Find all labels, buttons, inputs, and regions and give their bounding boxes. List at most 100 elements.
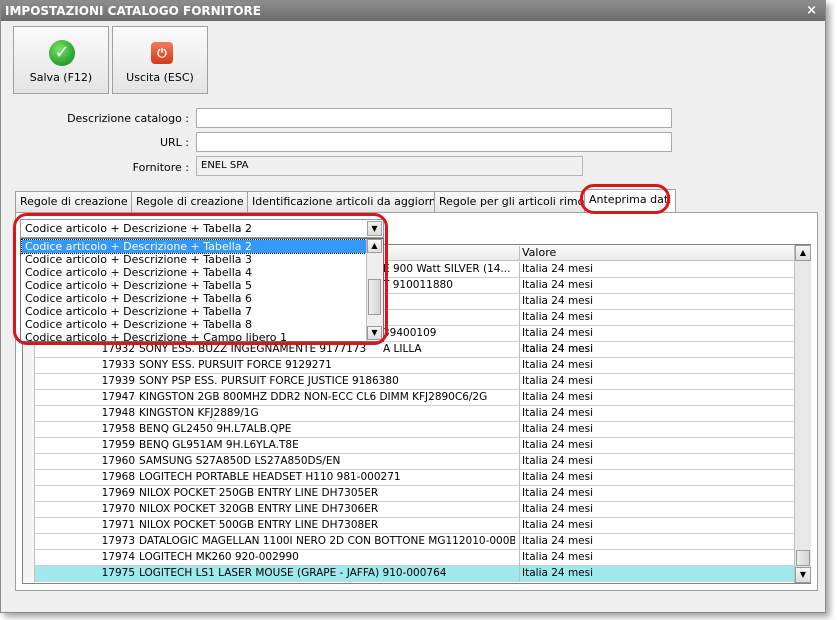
row-code: 17959: [101, 439, 135, 451]
row-indicator: [23, 342, 35, 358]
table-row[interactable]: 17974 LOGITECH MK260 920-002990 Italia 2…: [23, 550, 794, 566]
table-row[interactable]: 17973 DATALOGIC MAGELLAN 1100I NERO 2D C…: [23, 534, 794, 550]
row-description: SONY ESS. BUZZ INGEGNAMENTE 9177173: [139, 343, 367, 355]
tab-identificazione-articoli[interactable]: Identificazione articoli da aggiornare: [247, 191, 459, 212]
dropdown-option[interactable]: Codice articolo + Descrizione + Tabella …: [22, 266, 366, 279]
row-value: Italia 24 mesi: [519, 566, 794, 582]
descrizione-label: Descrizione catalogo :: [67, 112, 189, 125]
scroll-up-icon[interactable]: ▲: [795, 245, 811, 261]
row-value: Italia 24 mesi: [519, 278, 794, 294]
row-indicator: [23, 534, 35, 550]
row-code: 17974: [101, 551, 135, 563]
table-row[interactable]: 17969 NILOX POCKET 250GB ENTRY LINE DH73…: [23, 486, 794, 502]
row-value: Italia 24 mesi: [519, 422, 794, 438]
dropdown-scrollbar[interactable]: ▲ ▼: [366, 239, 383, 341]
row-value: Italia 24 mesi: [519, 326, 794, 342]
row-description: KINGSTON 2GB 800MHZ DDR2 NON-ECC CL6 DIM…: [139, 391, 488, 403]
row-indicator: [23, 406, 35, 422]
row-code: 17971: [101, 519, 135, 531]
row-value: Italia 24 mesi: [519, 342, 794, 358]
exit-button[interactable]: ⏻ Uscita (ESC): [112, 26, 208, 94]
check-icon: ✓: [49, 40, 75, 66]
row-value: Italia 24 mesi: [519, 390, 794, 406]
row-value: Italia 24 mesi: [519, 294, 794, 310]
descrizione-input[interactable]: [196, 108, 672, 128]
row-value: Italia 24 mesi: [519, 470, 794, 486]
fornitore-field: ENEL SPA: [196, 156, 583, 176]
row-indicator: [23, 470, 35, 486]
row-value: Italia 24 mesi: [519, 310, 794, 326]
row-indicator: [23, 374, 35, 390]
table-row[interactable]: 17959 BENQ GL951AM 9H.L6YLA.T8E Italia 2…: [23, 438, 794, 454]
dropdown-option[interactable]: Codice articolo + Descrizione + Tabella …: [22, 318, 366, 331]
table-row[interactable]: 17970 NILOX POCKET 320GB ENTRY LINE DH73…: [23, 502, 794, 518]
table-row[interactable]: 17939 SONY PSP ESS. PURSUIT FORCE JUSTIC…: [23, 374, 794, 390]
row-value: Italia 24 mesi: [519, 406, 794, 422]
row-description: NILOX POCKET 320GB ENTRY LINE DH7306ER: [139, 503, 379, 515]
row-code: 17948: [101, 407, 135, 419]
row-indicator: [23, 390, 35, 406]
row-code: 17968: [101, 471, 135, 483]
table-row[interactable]: 17960 SAMSUNG S27A850D LS27A850DS/EN Ita…: [23, 454, 794, 470]
row-value: Italia 24 mesi: [519, 550, 794, 566]
row-indicator: [23, 518, 35, 534]
row-value: Italia 24 mesi: [519, 438, 794, 454]
row-description: SAMSUNG S27A850D LS27A850DS/EN: [139, 455, 341, 467]
tab-anteprima-dati[interactable]: Anteprima dati: [584, 189, 677, 213]
row-value: Italia 24 mesi: [519, 486, 794, 502]
row-indicator: [23, 454, 35, 470]
row-description: SONY ESS. PURSUIT FORCE 9129271: [139, 359, 332, 371]
table-row[interactable]: 17968 LOGITECH PORTABLE HEADSET H110 981…: [23, 470, 794, 486]
close-icon[interactable]: ×: [806, 1, 817, 21]
row-description: DATALOGIC MAGELLAN 1100I NERO 2D CON BOT…: [139, 535, 515, 547]
dropdown-option[interactable]: Codice articolo + Descrizione + Tabella …: [21, 239, 367, 254]
table-row[interactable]: 17932 SONY ESS. BUZZ INGEGNAMENTE 917717…: [23, 342, 794, 358]
row-description: BENQ GL951AM 9H.L6YLA.T8E: [139, 439, 299, 451]
exit-button-label: Uscita (ESC): [126, 71, 194, 84]
row-indicator: [23, 566, 35, 582]
dropdown-option[interactable]: Codice articolo + Descrizione + Tabella …: [22, 253, 366, 266]
grid-scrollbar[interactable]: ▲ ▼: [794, 245, 811, 583]
scroll-thumb[interactable]: [368, 279, 381, 315]
dropdown-option[interactable]: Codice articolo + Descrizione + Tabella …: [22, 305, 366, 318]
table-row[interactable]: 17947 KINGSTON 2GB 800MHZ DDR2 NON-ECC C…: [23, 390, 794, 406]
url-label: URL :: [159, 136, 189, 149]
table-row[interactable]: 17971 NILOX POCKET 500GB ENTRY LINE DH73…: [23, 518, 794, 534]
dropdown-option[interactable]: Codice articolo + Descrizione + Campo li…: [22, 331, 366, 341]
table-row[interactable]: 17933 SONY ESS. PURSUIT FORCE 9129271 It…: [23, 358, 794, 374]
window-title: IMPOSTAZIONI CATALOGO FORNITORE: [5, 4, 261, 18]
combo-selector[interactable]: Codice articolo + Descrizione + Tabella …: [20, 219, 384, 238]
save-button[interactable]: ✓ Salva (F12): [13, 26, 109, 94]
row-description: LOGITECH LS1 LASER MOUSE (GRAPE - JAFFA)…: [139, 567, 447, 579]
row-indicator: [23, 438, 35, 454]
chevron-down-icon[interactable]: ▼: [367, 221, 382, 236]
row-indicator: [23, 358, 35, 374]
row-value: Italia 24 mesi: [519, 454, 794, 470]
dropdown-option[interactable]: Codice articolo + Descrizione + Tabella …: [22, 292, 366, 305]
table-row-selected[interactable]: 17975 LOGITECH LS1 LASER MOUSE (GRAPE - …: [23, 566, 794, 582]
row-code: 17958: [101, 423, 135, 435]
url-input[interactable]: [196, 132, 672, 152]
tab-regole-creazione-1[interactable]: Regole di creazione 1: [15, 191, 144, 212]
row-code: 17939: [101, 375, 135, 387]
row-value: Italia 24 mesi: [519, 502, 794, 518]
window-titlebar[interactable]: IMPOSTAZIONI CATALOGO FORNITORE ×: [1, 1, 825, 21]
scroll-up-icon[interactable]: ▲: [367, 239, 382, 253]
scroll-down-icon[interactable]: ▼: [367, 326, 382, 340]
row-description: BENQ GL2450 9H.L7ALB.QPE: [139, 423, 292, 435]
row-code: 17960: [101, 455, 135, 467]
value-column-header[interactable]: Valore: [519, 246, 794, 261]
row-code: 17969: [101, 487, 135, 499]
fornitore-label: Fornitore :: [132, 161, 189, 174]
row-indicator: [23, 486, 35, 502]
dropdown-option[interactable]: Codice articolo + Descrizione + Tabella …: [22, 279, 366, 292]
table-row[interactable]: 17958 BENQ GL2450 9H.L7ALB.QPE Italia 24…: [23, 422, 794, 438]
row-description: LOGITECH MK260 920-002990: [139, 551, 299, 563]
tab-regole-articoli-rimossi[interactable]: Regole per gli articoli rimossi: [434, 191, 604, 212]
table-row[interactable]: 17948 KINGSTON KFJ2889/1G Italia 24 mesi: [23, 406, 794, 422]
row-value: Italia 24 mesi: [519, 358, 794, 374]
row-value: Italia 24 mesi: [519, 374, 794, 390]
scroll-thumb[interactable]: [796, 550, 810, 566]
tab-regole-creazione-2[interactable]: Regole di creazione 2: [131, 191, 260, 212]
scroll-down-icon[interactable]: ▼: [795, 567, 811, 583]
